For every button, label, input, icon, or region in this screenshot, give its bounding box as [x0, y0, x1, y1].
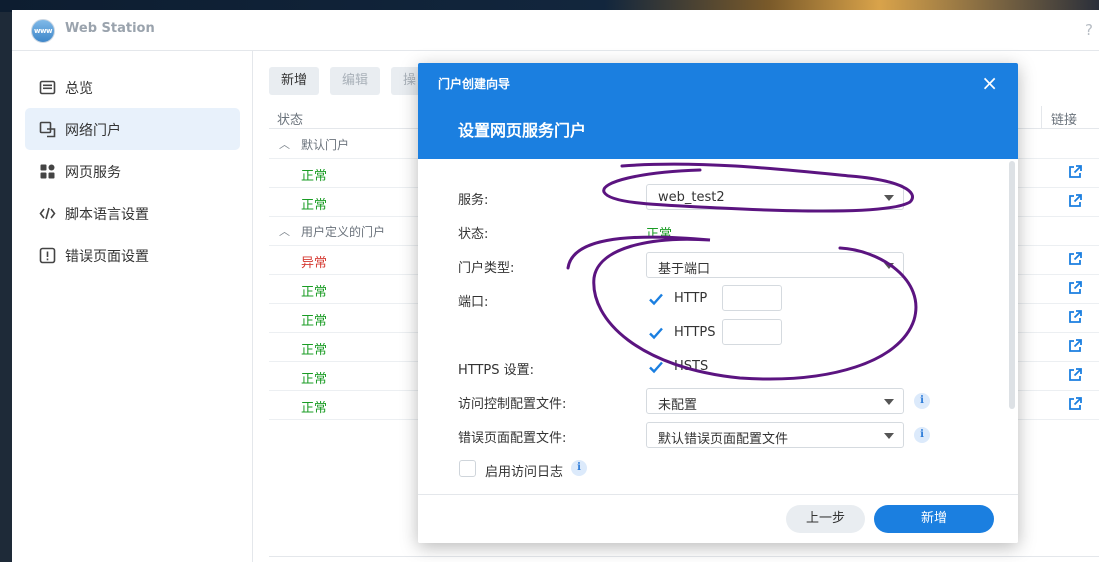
external-link-icon[interactable]: [1067, 164, 1083, 180]
table-bottom-divider: [269, 556, 1099, 557]
chevron-up-icon[interactable]: ︿: [279, 136, 290, 152]
sidebar-item-web-portal[interactable]: 网络门户: [25, 108, 240, 150]
status-text: 正常: [301, 285, 328, 300]
step-title: 设置网页服务门户: [458, 121, 587, 140]
error-profile-select[interactable]: 默认错误页面配置文件: [646, 422, 904, 448]
http-label: HTTP: [674, 291, 708, 306]
external-link-icon[interactable]: [1067, 251, 1083, 267]
code-icon: [39, 207, 56, 220]
portal-type-value: 基于端口: [658, 262, 711, 277]
chevron-up-icon[interactable]: ︿: [279, 223, 290, 239]
create-button[interactable]: 新增: [874, 505, 994, 533]
sidebar-item-label: 错误页面设置: [65, 249, 149, 265]
sidebar-item-error-page[interactable]: 错误页面设置: [25, 234, 240, 276]
status-value: 正常: [646, 227, 673, 242]
sidebar-item-script-language[interactable]: 脚本语言设置: [25, 192, 240, 234]
status-text: 正常: [301, 169, 328, 184]
https-checkbox[interactable]: [647, 324, 665, 342]
status-text: 正常: [301, 314, 328, 329]
info-icon[interactable]: i: [914, 427, 930, 443]
close-icon[interactable]: ×: [981, 71, 998, 95]
external-link-icon[interactable]: [1067, 367, 1083, 383]
external-link-icon[interactable]: [1067, 396, 1083, 412]
status-text: 正常: [301, 401, 328, 416]
error-profile-label: 错误页面配置文件:: [458, 431, 567, 446]
info-icon[interactable]: i: [914, 393, 930, 409]
sidebar-item-label: 网络门户: [65, 123, 121, 139]
port-label: 端口:: [458, 295, 489, 310]
https-port-input[interactable]: [722, 319, 782, 345]
access-profile-select[interactable]: 未配置: [646, 388, 904, 414]
column-divider: [1041, 106, 1042, 128]
link-column-header: 链接: [1051, 113, 1078, 128]
https-label: HTTPS: [674, 325, 716, 340]
sidebar-item-label: 脚本语言设置: [65, 207, 149, 223]
status-column-header: 状态: [277, 113, 304, 128]
dialog-header: 门户创建向导 × 设置网页服务门户: [418, 63, 1018, 159]
help-icon[interactable]: ?: [1085, 21, 1093, 39]
service-select[interactable]: web_test2: [646, 184, 904, 210]
chevron-down-icon: [884, 263, 894, 269]
group-label: 用户定义的门户: [301, 225, 386, 239]
service-value: web_test2: [658, 190, 725, 205]
status-text: 正常: [301, 343, 328, 358]
access-log-checkbox[interactable]: [459, 460, 476, 477]
add-button[interactable]: 新增: [269, 67, 320, 95]
external-link-icon[interactable]: [1067, 309, 1083, 325]
dialog-scrollbar[interactable]: [1009, 161, 1015, 409]
portal-type-select[interactable]: 基于端口: [646, 252, 904, 278]
hsts-label: HSTS: [674, 359, 709, 374]
access-log-label: 启用访问日志: [485, 465, 564, 480]
http-checkbox[interactable]: [647, 290, 665, 308]
external-link-icon[interactable]: [1067, 280, 1083, 296]
chevron-down-icon: [884, 399, 894, 405]
dialog-footer: 上一步 新增: [418, 494, 1018, 543]
wizard-title: 门户创建向导: [438, 77, 511, 91]
status-text: 正常: [301, 198, 328, 213]
edit-button[interactable]: 编辑: [330, 67, 381, 95]
portal-creation-wizard-dialog: 门户创建向导 × 设置网页服务门户 服务: web_test2 状态: 正常 门…: [418, 63, 1018, 543]
status-text: 正常: [301, 372, 328, 387]
error-page-icon: [39, 247, 56, 264]
hsts-checkbox[interactable]: [647, 358, 665, 376]
app-title: Web Station: [65, 21, 155, 36]
info-icon[interactable]: i: [571, 460, 587, 476]
group-label: 默认门户: [301, 138, 350, 152]
error-profile-value: 默认错误页面配置文件: [658, 432, 789, 447]
https-settings-label: HTTPS 设置:: [458, 363, 535, 378]
portal-type-label: 门户类型:: [458, 261, 515, 276]
sidebar-item-web-service[interactable]: 网页服务: [25, 150, 240, 192]
sidebar-item-label: 总览: [65, 81, 93, 97]
web-station-logo-icon: www: [31, 19, 55, 43]
overview-icon: [39, 80, 56, 95]
sidebar-item-label: 网页服务: [65, 165, 121, 181]
external-link-icon[interactable]: [1067, 193, 1083, 209]
chevron-down-icon: [884, 433, 894, 439]
chevron-down-icon: [884, 195, 894, 201]
access-profile-label: 访问控制配置文件:: [458, 397, 567, 412]
status-label: 状态:: [458, 227, 489, 242]
service-label: 服务:: [458, 193, 489, 208]
sidebar-item-overview[interactable]: 总览: [25, 66, 240, 108]
sidebar: 总览 网络门户 网页服务 脚本语言设置 错误页面设置: [12, 51, 253, 562]
previous-button[interactable]: 上一步: [786, 505, 865, 533]
portal-icon: [39, 121, 56, 138]
http-port-input[interactable]: [722, 285, 782, 311]
access-profile-value: 未配置: [658, 398, 698, 413]
web-service-icon: [40, 164, 55, 179]
external-link-icon[interactable]: [1067, 338, 1083, 354]
status-text: 异常: [301, 256, 328, 271]
window-titlebar: www Web Station ?: [12, 10, 1099, 51]
